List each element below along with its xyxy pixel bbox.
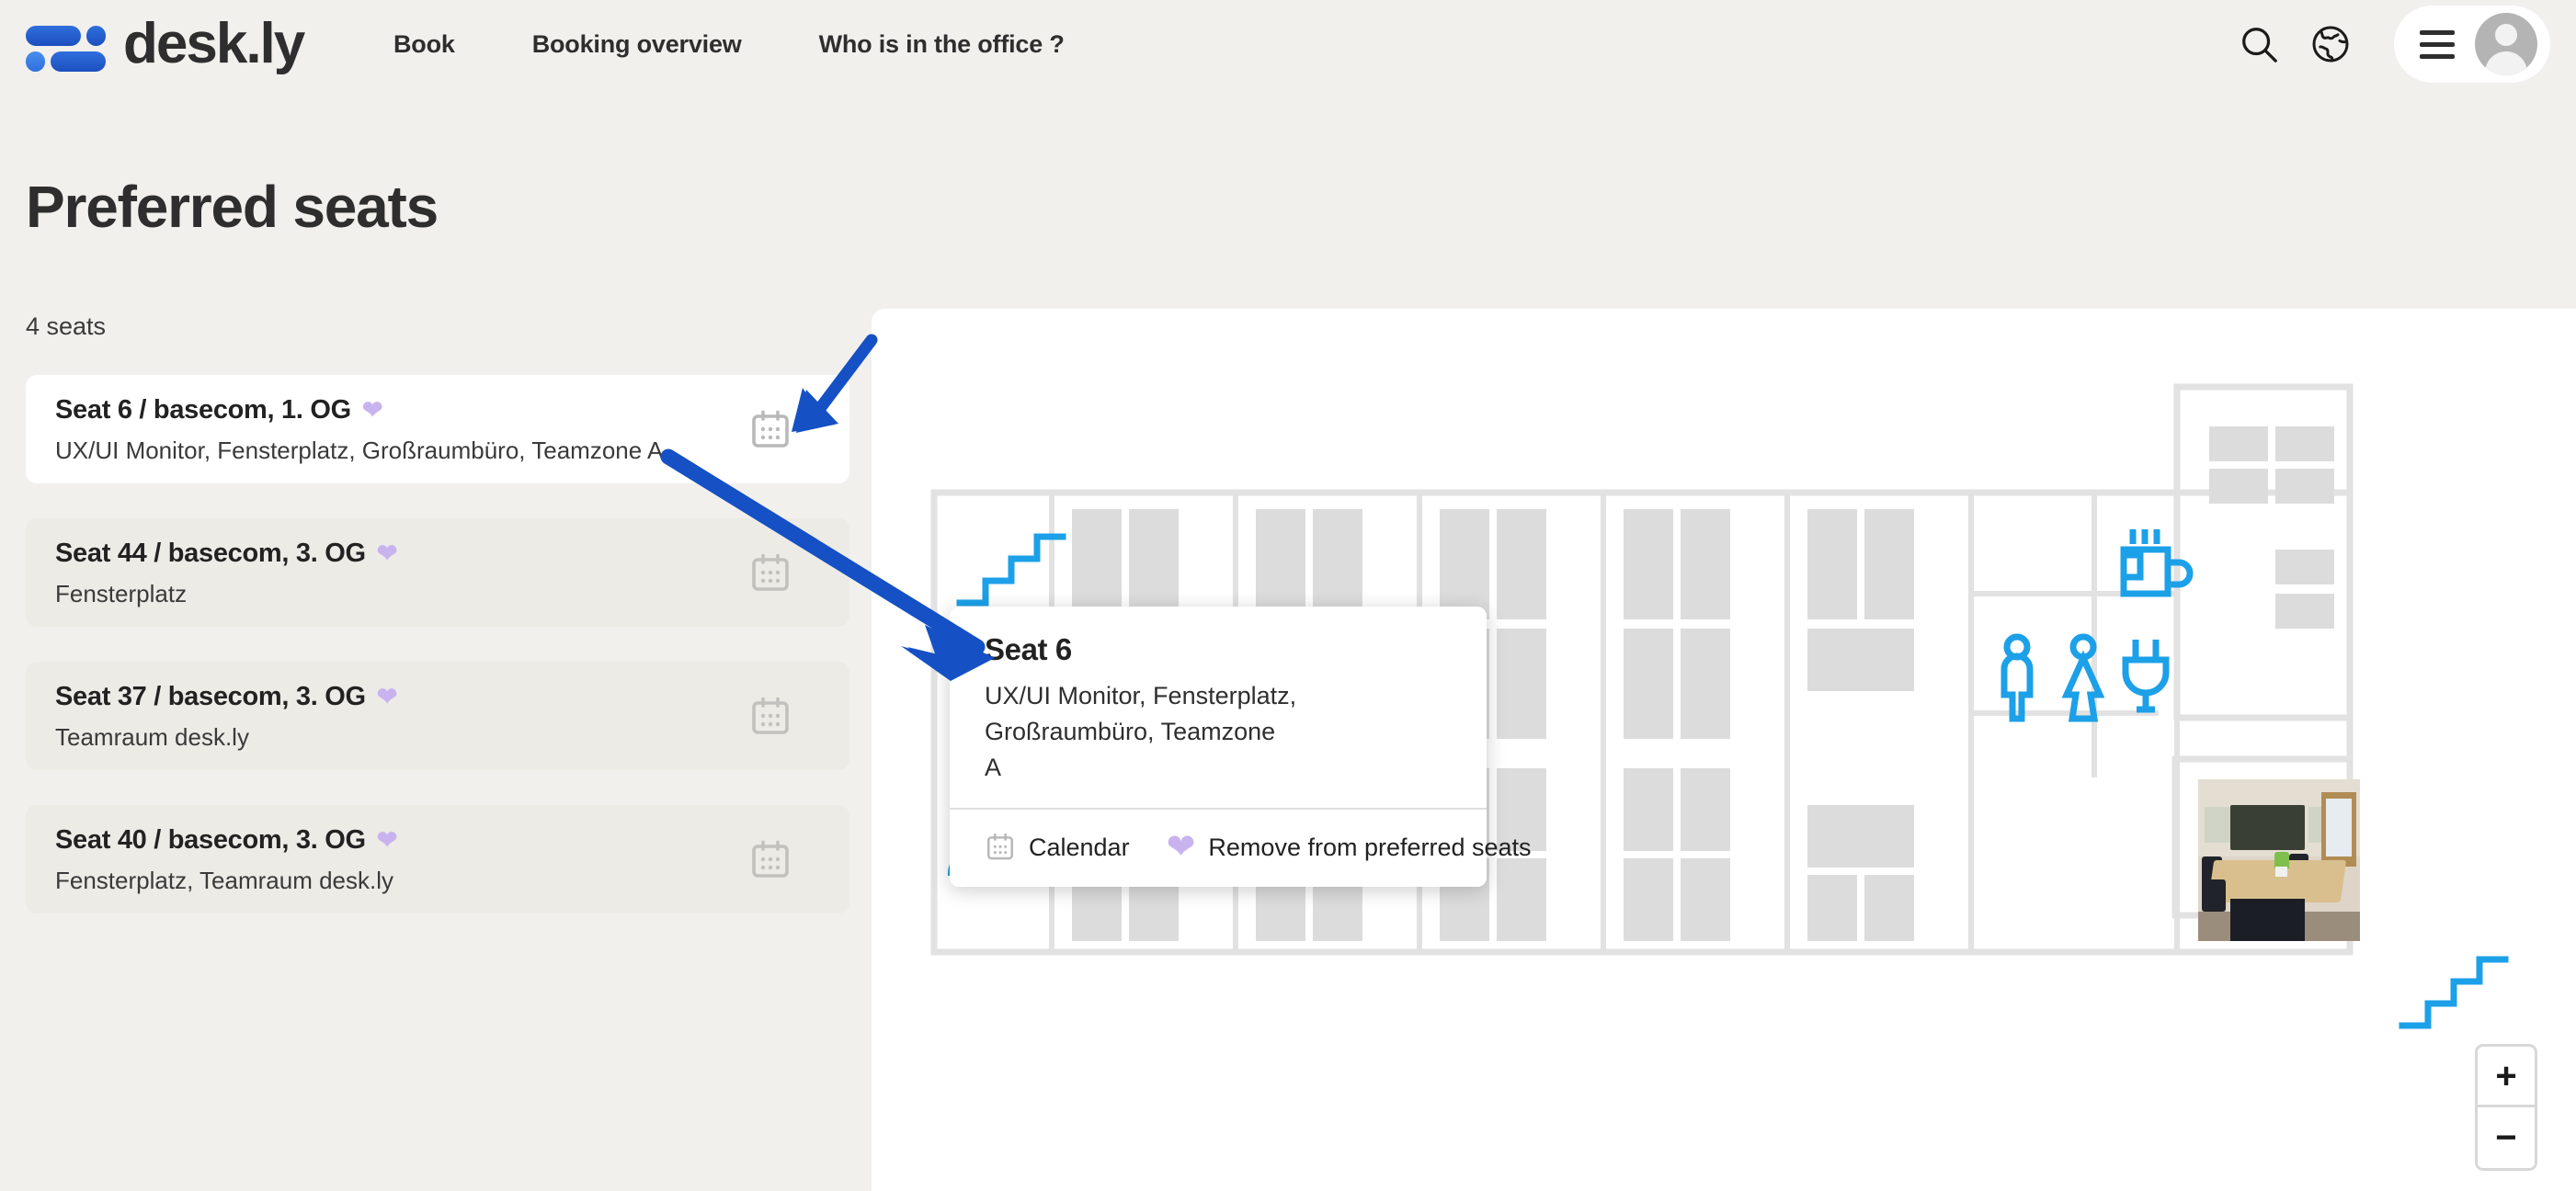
calendar-icon	[752, 410, 789, 448]
preferred-seats-list: Seat 6 / basecom, 1. OG ❤ UX/UI Monitor,…	[26, 375, 849, 948]
seat-popup-description: UX/UI Monitor, Fensterplatz, Großraumbür…	[985, 682, 1297, 782]
seat-title: Seat 40 / basecom, 3. OG	[55, 825, 366, 855]
seat-title-row: Seat 44 / basecom, 3. OG ❤	[55, 539, 824, 569]
seat-detail-popup[interactable]: Seat 6 UX/UI Monitor, Fensterplatz, Groß…	[950, 607, 1532, 888]
seat-attributes: Teamraum desk.ly	[55, 723, 249, 751]
wc-female-icon	[2061, 633, 2105, 722]
language-button[interactable]	[2295, 8, 2366, 80]
top-navigation-bar: desk.ly Book Booking overview Who is in …	[0, 0, 2576, 88]
calendar-icon	[752, 553, 789, 591]
list-item[interactable]: Seat 44 / basecom, 3. OG ❤ Fensterplatz	[26, 518, 849, 627]
list-item[interactable]: Seat 40 / basecom, 3. OG ❤ Fensterplatz,…	[26, 805, 849, 913]
heart-icon[interactable]: ❤	[377, 541, 398, 566]
power-plug-icon	[2122, 640, 2170, 713]
main-nav-links: Book Booking overview Who is in the offi…	[355, 0, 1103, 88]
seat-title: Seat 37 / basecom, 3. OG	[55, 682, 366, 711]
nav-link-booking-overview[interactable]: Booking overview	[494, 30, 781, 59]
seat-title-row: Seat 6 / basecom, 1. OG ❤	[55, 395, 824, 425]
seat-calendar-button[interactable]	[748, 838, 792, 887]
seat-attributes: UX/UI Monitor, Fensterplatz, Großraumbür…	[55, 437, 664, 464]
seat-calendar-button[interactable]	[748, 695, 792, 743]
seat-popup-actions: Calendar ❤ Remove from preferred seats	[950, 810, 1532, 887]
stairs-icon	[956, 533, 1066, 607]
globe-icon	[2312, 26, 2349, 62]
calendar-icon	[752, 697, 789, 734]
heart-icon: ❤	[1166, 828, 1196, 868]
search-button[interactable]	[2223, 8, 2295, 80]
popup-calendar-label: Calendar	[1029, 833, 1130, 861]
popup-remove-preferred-button[interactable]: ❤ Remove from preferred seats	[1167, 830, 1532, 865]
popup-remove-label: Remove from preferred seats	[1208, 833, 1532, 861]
seat-attributes: Fensterplatz, Teamraum desk.ly	[55, 867, 393, 894]
seat-count-label: 4 seats	[26, 312, 107, 340]
account-menu-button[interactable]	[2394, 6, 2550, 83]
seat-calendar-button[interactable]	[748, 551, 792, 600]
brand-name: desk.ly	[123, 12, 305, 75]
seat-title: Seat 44 / basecom, 3. OG	[55, 539, 366, 568]
calendar-icon	[986, 834, 1014, 860]
zoom-in-button[interactable]: +	[2478, 1047, 2535, 1107]
nav-link-book[interactable]: Book	[355, 30, 494, 59]
heart-icon[interactable]: ❤	[362, 398, 383, 423]
user-avatar-icon[interactable]	[2475, 13, 2537, 75]
desk-ly-logo-icon	[26, 20, 106, 72]
seat-title-row: Seat 40 / basecom, 3. OG ❤	[55, 825, 824, 856]
list-item[interactable]: Seat 37 / basecom, 3. OG ❤ Teamraum desk…	[26, 662, 849, 770]
seat-popup-body: Seat 6 UX/UI Monitor, Fensterplatz, Groß…	[950, 607, 1487, 808]
heart-icon[interactable]: ❤	[377, 685, 398, 709]
search-icon	[2242, 28, 2277, 62]
list-item[interactable]: Seat 6 / basecom, 1. OG ❤ UX/UI Monitor,…	[26, 375, 849, 483]
wc-male-icon	[2000, 633, 2034, 722]
seat-title-row: Seat 37 / basecom, 3. OG ❤	[55, 682, 824, 712]
heart-icon[interactable]: ❤	[377, 828, 398, 853]
zoom-out-button[interactable]: −	[2478, 1107, 2535, 1168]
seat-popup-title: Seat 6	[985, 632, 1072, 666]
brand-logo[interactable]: desk.ly	[26, 9, 305, 79]
calendar-icon	[752, 840, 789, 878]
hamburger-menu-icon[interactable]	[2420, 29, 2455, 59]
seat-attributes: Fensterplatz	[55, 580, 188, 607]
meeting-room-photo[interactable]	[2198, 779, 2360, 941]
map-zoom-controls: + −	[2475, 1044, 2537, 1171]
nav-right-actions	[2223, 0, 2550, 88]
seat-title: Seat 6 / basecom, 1. OG	[55, 395, 351, 425]
popup-calendar-button[interactable]: Calendar	[985, 832, 1130, 863]
stairs-icon	[2399, 956, 2509, 1029]
seat-calendar-button[interactable]	[748, 408, 792, 457]
nav-link-who-is-in-the-office[interactable]: Who is in the office ?	[781, 30, 1103, 59]
page-title: Preferred seats	[26, 174, 439, 240]
